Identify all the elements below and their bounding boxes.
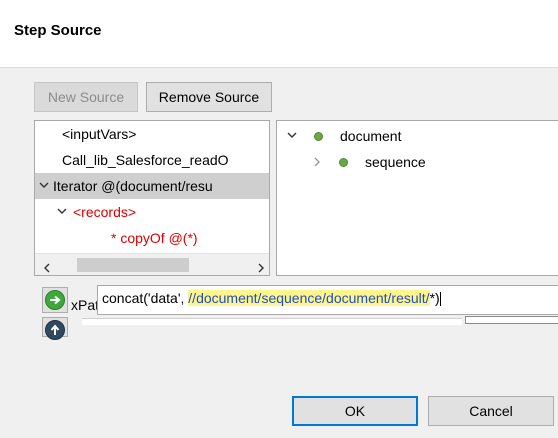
scroll-thumb[interactable]	[77, 258, 189, 272]
tree-item-label: sequence	[365, 154, 426, 170]
xpath-secondary-field[interactable]	[82, 318, 462, 325]
tree-item-iterator[interactable]: Iterator @(document/resu	[35, 173, 269, 199]
status-dot-icon	[339, 158, 348, 167]
dialog-title: Step Source	[14, 22, 102, 39]
remove-source-button[interactable]: Remove Source	[146, 82, 272, 112]
horizontal-scrollbar[interactable]	[35, 253, 269, 275]
move-up-button[interactable]	[42, 317, 68, 340]
tree-item-label: Iterator @(document/resu	[53, 178, 213, 194]
tree-item-label: * copyOf @(*)	[111, 230, 198, 246]
xpath-suffix: *)	[429, 290, 440, 306]
xpath-input[interactable]: concat('data', //document/sequence/docum…	[97, 285, 558, 315]
dialog-header: Step Source	[0, 0, 558, 68]
source-tree[interactable]: <inputVars> Call_lib_Salesforce_readO It…	[34, 120, 270, 276]
new-source-button[interactable]: New Source	[34, 82, 138, 112]
tree-item-label: document	[340, 128, 402, 144]
xpath-highlight: //document/sequence/document/result/	[188, 290, 430, 306]
tree-item-inputvars[interactable]: <inputVars>	[35, 121, 269, 147]
move-right-button[interactable]	[42, 287, 68, 313]
xpath-prefix: concat('data',	[102, 290, 189, 306]
tree-item-label: Call_lib_Salesforce_readO	[62, 152, 229, 168]
status-dot-icon	[314, 132, 323, 141]
tree-item-sequence[interactable]: sequence	[277, 149, 557, 175]
tree-item-label: <records>	[73, 204, 137, 220]
scroll-left-icon[interactable]	[43, 260, 51, 275]
xpath-secondary-box[interactable]	[465, 316, 558, 324]
document-tree[interactable]: document sequence	[276, 120, 558, 276]
ok-button[interactable]: OK	[292, 396, 418, 426]
arrow-right-icon	[45, 290, 65, 310]
tree-item-document[interactable]: document	[277, 123, 557, 149]
tree-item-records[interactable]: <records>	[35, 199, 269, 225]
tree-item-call-lib[interactable]: Call_lib_Salesforce_readO	[35, 147, 269, 173]
tree-item-label: <inputVars>	[62, 126, 137, 142]
scroll-right-icon[interactable]	[257, 260, 265, 275]
tree-item-copyof[interactable]: * copyOf @(*)	[35, 225, 269, 251]
arrow-up-icon	[45, 320, 65, 340]
chevron-right-icon[interactable]	[313, 149, 321, 183]
cancel-button[interactable]: Cancel	[428, 396, 554, 426]
text-caret	[439, 292, 441, 307]
